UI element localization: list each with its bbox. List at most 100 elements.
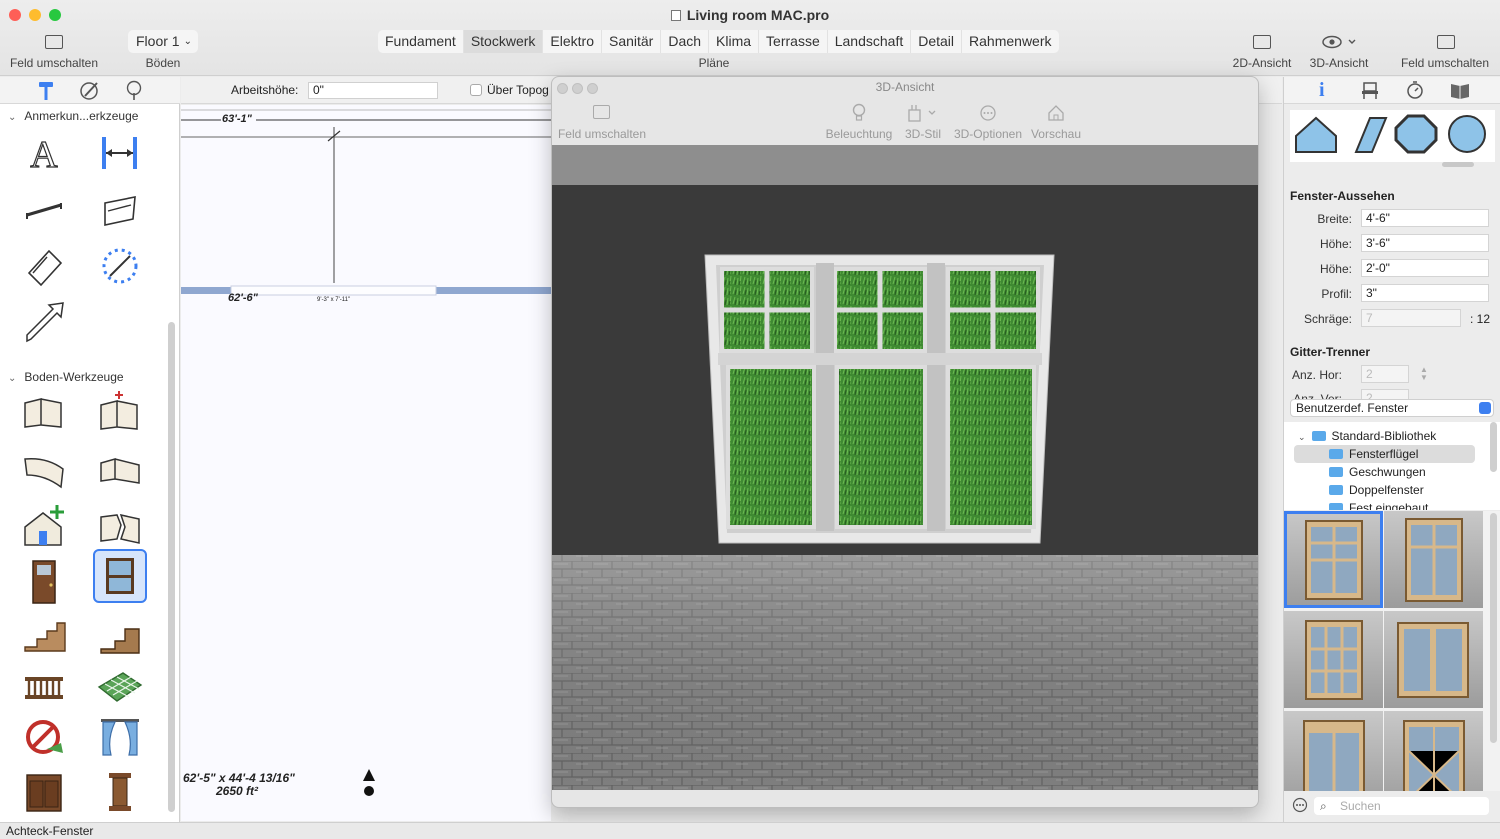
tree-item-fixed[interactable]: Fest eingebaut	[1329, 499, 1500, 510]
wall-join-tool[interactable]	[93, 443, 147, 497]
right-panel-toggle[interactable]: Feld umschalten	[1392, 33, 1498, 73]
plans-label: Pläne	[698, 56, 730, 70]
width-input[interactable]: 4'-6"	[1361, 209, 1489, 227]
door-icon	[32, 560, 56, 604]
preview-button[interactable]: Vorschau	[1028, 103, 1084, 143]
cabinet-tool[interactable]	[17, 765, 71, 819]
annotation-tools-header[interactable]: ⌄ Anmerkun...erkzeuge	[8, 109, 138, 123]
tree-item-curved[interactable]: Geschwungen	[1329, 463, 1500, 481]
no-build-tool[interactable]	[17, 711, 71, 765]
dimension-tool[interactable]	[93, 127, 147, 181]
3d-options-button[interactable]: 3D-Optionen	[949, 103, 1027, 143]
3d-style-button[interactable]: 3D-Stil	[899, 103, 947, 143]
profile-input[interactable]: 3"	[1361, 284, 1489, 302]
status-bar: Achteck-Fenster	[0, 822, 1500, 839]
house-icon	[1048, 105, 1064, 121]
book-icon[interactable]	[1449, 81, 1471, 99]
library-item[interactable]	[1384, 611, 1483, 708]
horizontal-count-input[interactable]: 2	[1361, 365, 1409, 383]
library-item[interactable]	[1384, 511, 1483, 608]
dimension-wall-label: 62'-6"	[228, 292, 258, 304]
terrain-tool[interactable]	[93, 659, 147, 713]
l-stairs-tool[interactable]	[93, 607, 147, 661]
pentagon-shape-icon[interactable]	[1294, 114, 1338, 154]
stairs-tool[interactable]	[17, 607, 71, 661]
tab-klima[interactable]: Klima	[709, 30, 760, 53]
working-height-input[interactable]: 0"	[308, 82, 438, 99]
ellipsis-circle-icon	[980, 105, 996, 121]
height-input[interactable]: 3'-6"	[1361, 234, 1489, 252]
end-dimension-tool[interactable]	[93, 183, 147, 237]
tab-terrasse[interactable]: Terrasse	[759, 30, 828, 53]
library-search-input[interactable]: ⌕ Suchen	[1314, 797, 1489, 815]
circle-shape-icon[interactable]	[1445, 114, 1489, 154]
curved-wall-tool[interactable]	[17, 443, 71, 497]
angle-dimension-tool[interactable]	[17, 239, 71, 293]
plan-tabs: Fundament Stockwerk Elektro Sanitär Dach…	[378, 30, 1059, 53]
view-2d-button[interactable]: 2D-Ansicht	[1225, 33, 1299, 73]
room-tool[interactable]	[17, 387, 71, 441]
door-tool[interactable]	[17, 555, 71, 609]
area-dimensions-label: 62'-5" x 44'-4 13/16"	[183, 771, 295, 785]
tab-detail[interactable]: Detail	[911, 30, 963, 53]
slope-label: Schräge:	[1303, 312, 1352, 326]
tree-scrollbar[interactable]	[1490, 422, 1497, 472]
wall-break-tool[interactable]	[93, 499, 147, 553]
text-tool[interactable]: A	[17, 127, 71, 181]
room-add-tool[interactable]	[93, 387, 147, 441]
tree-icon[interactable]	[124, 80, 145, 101]
tab-fundament[interactable]: Fundament	[378, 30, 464, 53]
library-item[interactable]	[1284, 611, 1383, 708]
tab-landschaft[interactable]: Landschaft	[827, 30, 912, 53]
left-panel-toggle[interactable]: Feld umschalten	[0, 33, 108, 73]
plan-canvas[interactable]: 63'-1" 62'-6" 9'-3" x 7'-11" 62'-5" x 44…	[181, 105, 551, 821]
hammer-icon[interactable]	[36, 80, 56, 101]
tree-item-casement[interactable]: Fensterflügel	[1294, 445, 1475, 463]
shape-scrollbar[interactable]	[1442, 162, 1474, 167]
curtain-tool[interactable]	[93, 711, 147, 765]
view-3d-button[interactable]: 3D-Ansicht	[1302, 33, 1376, 73]
timer-icon[interactable]	[1405, 80, 1425, 100]
left-toggle-label: Feld umschalten	[9, 56, 99, 70]
slope-suffix: : 12	[1470, 312, 1491, 326]
building-add-tool[interactable]	[17, 499, 71, 553]
tab-dach[interactable]: Dach	[661, 30, 710, 53]
window-tool[interactable]	[93, 549, 147, 603]
window-thumbnail	[1397, 622, 1469, 698]
library-item[interactable]	[1284, 511, 1383, 608]
toggle-3d-panel-button[interactable]: Feld umschalten	[552, 103, 652, 143]
arrow-tool[interactable]	[17, 295, 71, 349]
floor-tools-header[interactable]: ⌄ Boden-Werkzeuge	[8, 370, 124, 384]
thumbnails-scrollbar[interactable]	[1490, 513, 1497, 743]
tree-item-double[interactable]: Doppelfenster	[1329, 481, 1500, 499]
tab-sanitaer[interactable]: Sanitär	[601, 30, 662, 53]
3d-scene-viewport[interactable]	[552, 145, 1258, 790]
library-select[interactable]: Benutzerdef. Fenster	[1290, 399, 1494, 417]
info-icon[interactable]: i	[1319, 79, 1325, 102]
parallelogram-shape-icon[interactable]	[1344, 114, 1388, 154]
palette-scrollbar[interactable]	[168, 322, 175, 812]
tab-elektro[interactable]: Elektro	[543, 30, 602, 53]
chair-icon[interactable]	[1360, 81, 1380, 100]
octagon-shape-icon[interactable]	[1394, 114, 1438, 154]
library-item[interactable]	[1384, 711, 1483, 791]
horizontal-count-label: Anz. Hor:	[1291, 368, 1342, 382]
horizontal-count-stepper[interactable]: ▲ ▼	[1419, 366, 1429, 382]
column-tool[interactable]	[93, 765, 147, 819]
library-item[interactable]	[1284, 711, 1383, 791]
interior-dimension-tool[interactable]	[17, 183, 71, 237]
floor-select[interactable]: Floor 1 ⌄	[128, 30, 198, 53]
tab-stockwerk[interactable]: Stockwerk	[463, 30, 544, 53]
railing-tool[interactable]	[17, 659, 71, 713]
lighting-button[interactable]: Beleuchtung	[819, 103, 899, 143]
palette-brush-icon[interactable]	[79, 80, 100, 101]
above-terrain-checkbox[interactable]	[470, 84, 482, 96]
inspector-tabs: i	[1284, 77, 1500, 104]
tab-rahmenwerk[interactable]: Rahmenwerk	[962, 30, 1059, 53]
radial-dimension-tool[interactable]	[93, 239, 147, 293]
more-options-icon[interactable]	[1292, 797, 1308, 813]
sill-height-input[interactable]: 2'-0"	[1361, 259, 1489, 277]
slope-input[interactable]: 7	[1361, 309, 1461, 327]
tree-item-standard-library[interactable]: ⌄ Standard-Bibliothek	[1298, 427, 1500, 445]
brush-cup-icon	[908, 105, 936, 122]
